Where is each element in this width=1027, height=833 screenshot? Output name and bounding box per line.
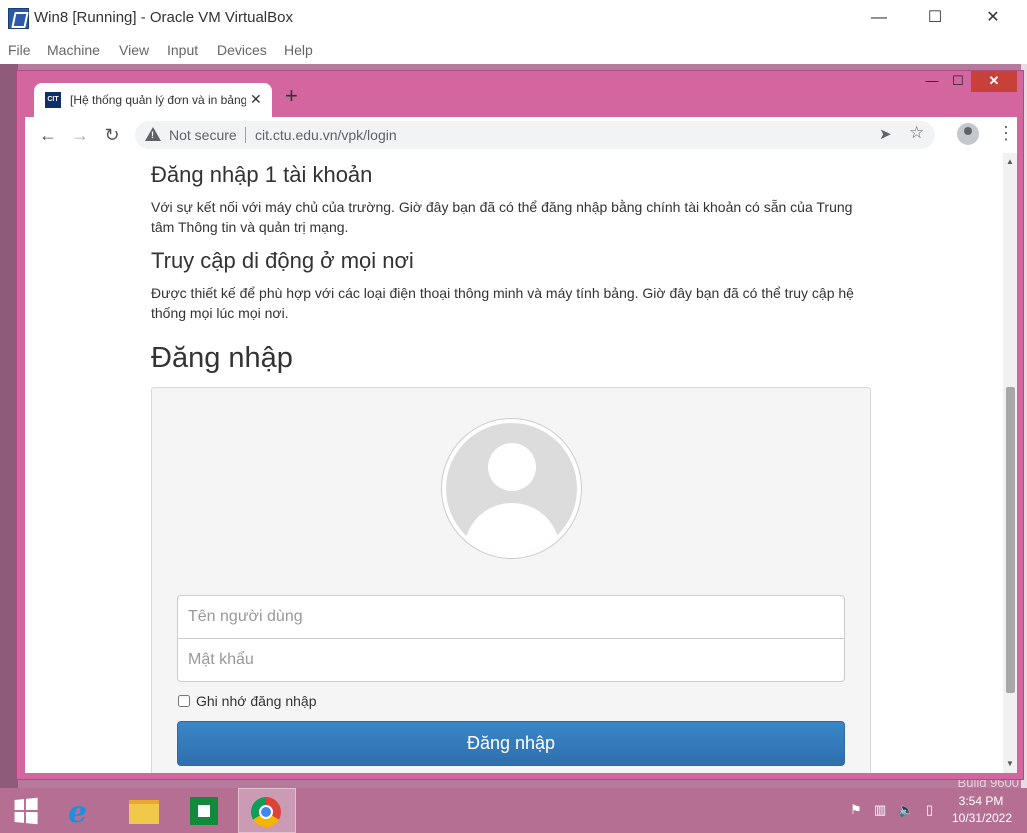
scroll-thumb[interactable] — [1006, 387, 1015, 693]
page-viewport: Đăng nhập 1 tài khoản Với sự kết nối với… — [25, 153, 1017, 773]
windows-logo-icon — [14, 797, 38, 825]
virtualbox-titlebar: Win8 [Running] - Oracle VM VirtualBox — … — [0, 0, 1027, 36]
internet-explorer-icon: e — [68, 795, 88, 830]
network-icon[interactable]: ▥ — [874, 802, 886, 818]
send-icon[interactable]: ➤ — [879, 125, 892, 143]
guest-desktop: Build 9600 — ☐ ✕ CIT [Hệ thống quản lý đ… — [0, 64, 1027, 833]
chrome-close-button[interactable]: ✕ — [971, 71, 1017, 92]
section2-text: Được thiết kế để phù hợp với các loại đi… — [151, 285, 854, 321]
section1-heading: Đăng nhập 1 tài khoản — [151, 162, 373, 187]
user-avatar-icon — [441, 418, 582, 559]
login-button[interactable]: Đăng nhập — [177, 721, 845, 766]
virtualbox-menubar: File Machine View Input Devices Help — [0, 36, 1027, 64]
battery-icon[interactable]: ▯ — [926, 802, 933, 818]
avatar-body — [464, 503, 560, 554]
avatar-placeholder — [446, 423, 577, 554]
taskbar-chrome[interactable] — [238, 788, 296, 833]
action-center-flag-icon[interactable]: ⚑ — [850, 802, 862, 818]
tab-close-icon[interactable]: ✕ — [250, 91, 262, 108]
remember-checkbox[interactable] — [178, 695, 190, 707]
security-label[interactable]: Not secure — [169, 127, 237, 143]
cit-favicon-icon: CIT — [45, 92, 61, 108]
chrome-minimize-button[interactable]: — — [919, 71, 945, 92]
menu-input[interactable]: Input — [167, 42, 198, 58]
host-close-button[interactable]: ✕ — [970, 4, 1016, 32]
profile-avatar-icon[interactable] — [957, 123, 979, 145]
menu-machine[interactable]: Machine — [47, 42, 100, 58]
browser-toolbar: ← → ↻ Not secure cit.ctu.edu.vn/vpk/logi… — [25, 117, 1017, 153]
clock-date[interactable]: 10/31/2022 — [950, 811, 1014, 825]
start-button[interactable] — [0, 788, 50, 833]
login-panel: Ghi nhớ đăng nhập Đăng nhập — [151, 387, 871, 773]
new-tab-button[interactable]: + — [285, 83, 298, 109]
section1-text: Với sự kết nối với máy chủ của trường. G… — [151, 199, 853, 235]
url-separator — [245, 127, 246, 143]
menu-help[interactable]: Help — [284, 42, 313, 58]
forward-icon[interactable]: → — [69, 125, 91, 146]
menu-file[interactable]: File — [8, 42, 31, 58]
avatar-head — [488, 443, 536, 491]
remember-me[interactable]: Ghi nhớ đăng nhập — [178, 693, 317, 709]
host-maximize-button[interactable]: ☐ — [912, 4, 958, 32]
warning-icon[interactable] — [145, 127, 161, 141]
remember-label: Ghi nhớ đăng nhập — [196, 693, 317, 709]
username-input[interactable] — [177, 595, 845, 639]
taskbar-store[interactable] — [178, 788, 228, 833]
section2-heading: Truy cập di động ở mọi nơi — [151, 248, 414, 273]
scroll-down-icon[interactable]: ▼ — [1006, 759, 1014, 768]
password-input[interactable] — [177, 638, 845, 682]
address-bar[interactable]: Not secure cit.ctu.edu.vn/vpk/login ➤ ☆ — [135, 121, 935, 149]
virtualbox-icon — [8, 8, 29, 29]
page-scrollbar[interactable]: ▲ ▼ — [1003, 153, 1017, 773]
chrome-maximize-button[interactable]: ☐ — [945, 71, 971, 92]
volume-icon[interactable]: 🔈 — [898, 802, 914, 818]
tab-title: [Hệ thống quản lý đơn và in bảng — [70, 93, 246, 107]
taskbar: e ⚑ ▥ 🔈 ▯ 3:54 PM 10/31/2022 — [0, 788, 1027, 833]
chrome-window: — ☐ ✕ CIT [Hệ thống quản lý đơn và in bả… — [16, 70, 1024, 780]
clock-time[interactable]: 3:54 PM — [956, 794, 1006, 808]
menu-view[interactable]: View — [119, 42, 149, 58]
url-text[interactable]: cit.ctu.edu.vn/vpk/login — [255, 127, 397, 143]
virtualbox-window-title: Win8 [Running] - Oracle VM VirtualBox — [34, 9, 293, 26]
store-icon — [190, 797, 218, 825]
taskbar-ie[interactable]: e — [58, 788, 108, 833]
browser-tab[interactable]: CIT [Hệ thống quản lý đơn và in bảng ✕ — [34, 83, 272, 117]
chrome-icon — [251, 797, 281, 827]
login-title: Đăng nhập — [151, 342, 293, 374]
bookmark-star-icon[interactable]: ☆ — [909, 123, 924, 143]
taskbar-file-explorer[interactable] — [118, 788, 168, 833]
scroll-up-icon[interactable]: ▲ — [1006, 157, 1014, 166]
folder-icon — [129, 800, 159, 824]
host-minimize-button[interactable]: — — [856, 4, 902, 32]
menu-devices[interactable]: Devices — [217, 42, 267, 58]
chrome-menu-icon[interactable]: ⋮ — [997, 123, 1015, 144]
reload-icon[interactable]: ↻ — [101, 125, 123, 146]
back-icon[interactable]: ← — [37, 125, 59, 146]
